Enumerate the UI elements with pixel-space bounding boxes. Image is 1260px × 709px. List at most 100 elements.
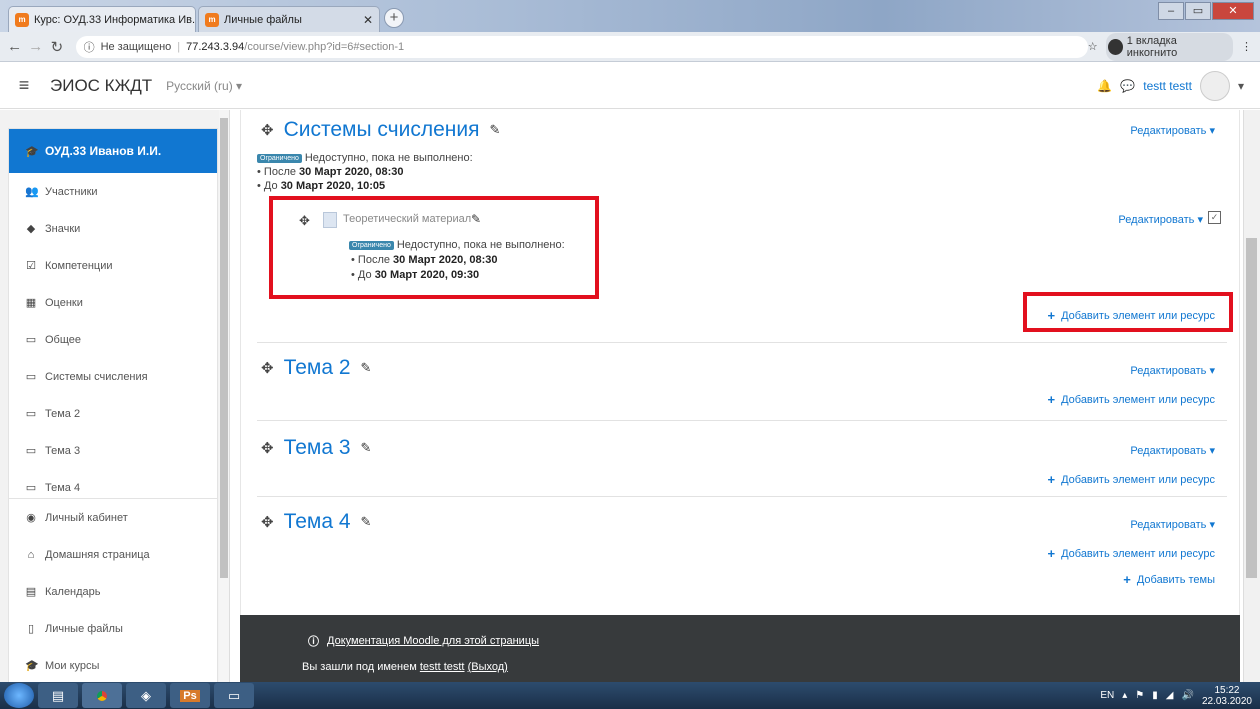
sidebar-item-course-4[interactable]: ▭ Общее — [9, 321, 217, 358]
chrome-taskbar-button[interactable] — [82, 683, 122, 708]
plus-icon: + — [1123, 572, 1131, 587]
tab-title: Личные файлы — [224, 13, 302, 26]
reload-icon[interactable]: ↻ — [46, 38, 67, 56]
clock-time: 15:22 — [1214, 684, 1240, 696]
edit-menu-section3[interactable]: Редактировать ▾ — [1130, 444, 1215, 457]
move-icon[interactable]: ✥ — [261, 513, 274, 531]
flag-icon[interactable]: ⚑ — [1135, 690, 1144, 701]
sidebar-item-course-7[interactable]: ▭ Тема 3 — [9, 432, 217, 469]
url-input[interactable]: ⓘ Не защищено | 77.243.3.94/course/view.… — [75, 35, 1088, 58]
window-taskbar-button[interactable]: ▭ — [214, 683, 254, 708]
new-tab-button[interactable]: + — [384, 8, 404, 28]
browser-menu-icon[interactable]: ⋮ — [1241, 40, 1252, 53]
back-arrow-icon[interactable]: ← — [4, 38, 25, 55]
user-menu-caret-icon[interactable]: ▾ — [1238, 79, 1244, 93]
sidebar-item-label: Тема 3 — [45, 444, 81, 457]
section-title[interactable]: Тема 3 — [284, 436, 351, 460]
tab-close-icon[interactable]: ✕ — [363, 13, 373, 27]
pencil-icon[interactable]: ✎ — [361, 514, 372, 530]
edit-menu-section2[interactable]: Редактировать ▾ — [1130, 364, 1215, 377]
folder-icon: ▭ — [25, 445, 37, 457]
network-icon[interactable]: ▮ — [1152, 690, 1158, 701]
book-taskbar-button[interactable]: ◈ — [126, 683, 166, 708]
language-indicator[interactable]: EN — [1100, 690, 1114, 701]
sidebar-scrollbar-thumb[interactable] — [220, 118, 228, 578]
after-prefix: После — [263, 166, 296, 178]
pencil-icon[interactable]: ✎ — [361, 360, 372, 376]
move-icon[interactable]: ✥ — [261, 359, 274, 377]
add-activity-button-section2[interactable]: + Добавить элемент или ресурс — [1047, 392, 1215, 407]
sidebar-item-course-6[interactable]: ▭ Тема 2 — [9, 395, 217, 432]
move-icon[interactable]: ✥ — [261, 121, 274, 139]
restriction-before: До 30 Март 2020, 10:05 — [257, 179, 473, 193]
add-activity-button-section4[interactable]: + Добавить элемент или ресурс — [1047, 546, 1215, 561]
sidebar-item-course-2[interactable]: ☑ Компетенции — [9, 247, 217, 284]
star-icon[interactable]: ☆ — [1088, 40, 1098, 53]
minimize-button[interactable]: – — [1158, 2, 1184, 20]
maximize-button[interactable]: ▭ — [1185, 2, 1211, 20]
url-separator: | — [177, 40, 181, 53]
section-theme3: ✥ Тема 3 ✎ Редактировать ▾ + Добавить эле… — [257, 420, 1227, 496]
explorer-taskbar-button[interactable]: ▤ — [38, 683, 78, 708]
add-activity-button-section3[interactable]: + Добавить элемент или ресурс — [1047, 472, 1215, 487]
page-footer: ⓘ Документация Moodle для этой страницы … — [240, 615, 1240, 682]
incognito-indicator[interactable]: 1 вкладка инкогнито — [1105, 32, 1233, 61]
site-name[interactable]: ЭИОС КЖДТ — [50, 76, 152, 96]
sidebar-item-site-0[interactable]: ◉ Личный кабинет — [9, 499, 217, 536]
edit-menu-activity[interactable]: Редактировать ▾ — [1118, 213, 1203, 226]
hamburger-menu-icon[interactable]: ≡ — [8, 75, 40, 96]
sidebar-item-course-3[interactable]: ▦ Оценки — [9, 284, 217, 321]
moodle-docs-link[interactable]: Документация Moodle для этой страницы — [327, 635, 539, 647]
section-title[interactable]: Тема 2 — [284, 356, 351, 380]
browser-tab-course[interactable]: m Курс: ОУД.33 Информатика Ив... ✕ — [8, 6, 196, 32]
volume-icon[interactable]: 🔊 — [1181, 690, 1193, 701]
sidebar-item-course-0[interactable]: 👥 Участники — [9, 173, 217, 210]
logged-user-link[interactable]: testt testt — [420, 661, 465, 673]
messages-icon[interactable]: 💬 — [1120, 79, 1135, 93]
url-host: 77.243.3.94 — [186, 40, 245, 53]
section-title[interactable]: Системы счисления — [284, 118, 480, 142]
sidebar-item-site-2[interactable]: ▤ Календарь — [9, 573, 217, 610]
edit-menu-section4[interactable]: Редактировать ▾ — [1130, 518, 1215, 531]
plus-icon: + — [1047, 546, 1056, 561]
section-title[interactable]: Тема 4 — [284, 510, 351, 534]
start-button[interactable] — [4, 683, 34, 708]
close-window-button[interactable]: ✕ — [1212, 2, 1254, 20]
move-icon[interactable]: ✥ — [261, 439, 274, 457]
add-topics-button[interactable]: + Добавить темы — [1123, 572, 1215, 587]
avatar[interactable] — [1199, 70, 1230, 101]
user-name[interactable]: testt testt — [1143, 79, 1192, 93]
clock[interactable]: 15:22 22.03.2020 — [1202, 685, 1252, 707]
section-theme2: ✥ Тема 2 ✎ Редактировать ▾ + Добавить эле… — [257, 342, 1227, 420]
page-scrollbar-thumb[interactable] — [1246, 238, 1257, 578]
language-selector[interactable]: Русский (ru) ▾ — [166, 79, 242, 93]
edit-label: Редактировать — [1130, 445, 1207, 457]
section-restriction: Ограничено Недоступно, пока не выполнено:… — [257, 152, 473, 193]
pencil-icon[interactable]: ✎ — [361, 440, 372, 456]
info-icon[interactable]: ⓘ — [84, 39, 95, 55]
sidebar-item-site-4[interactable]: 🎓 Мои курсы — [9, 647, 217, 682]
signal-icon[interactable]: ◢ — [1166, 690, 1174, 701]
address-bar-actions: ☆ 1 вкладка инкогнито ⋮ — [1088, 32, 1260, 61]
forward-arrow-icon[interactable]: → — [25, 38, 46, 55]
edit-menu-section1[interactable]: Редактировать ▾ — [1130, 124, 1215, 137]
sidebar-item-course-1[interactable]: ◆ Значки — [9, 210, 217, 247]
notification-bell-icon[interactable]: 🔔 — [1097, 79, 1112, 93]
sidebar-item-label: Значки — [45, 222, 81, 235]
restricted-badge: Ограничено — [257, 153, 302, 163]
pencil-icon[interactable]: ✎ — [489, 122, 500, 138]
photoshop-taskbar-button[interactable]: Ps — [170, 683, 210, 708]
window-controls: – ▭ ✕ — [1158, 2, 1254, 20]
doc-link-row: ⓘ Документация Moodle для этой страницы — [308, 633, 539, 649]
file-icon: ▯ — [27, 623, 35, 635]
sidebar-item-site-3[interactable]: ▯ Личные файлы — [9, 610, 217, 647]
sidebar-item-course-5[interactable]: ▭ Системы счисления — [9, 358, 217, 395]
tray-expand-icon[interactable]: ▴ — [1122, 690, 1127, 701]
language-label: Русский (ru) — [166, 78, 233, 93]
completion-checkbox[interactable]: ✓ — [1208, 211, 1221, 224]
sidebar-item-site-1[interactable]: ⌂ Домашняя страница — [9, 536, 217, 573]
sidebar-item-course[interactable]: 🎓 ОУД.33 Иванов И.И. — [9, 129, 217, 173]
folder-icon: ▭ — [25, 334, 37, 346]
logout-link[interactable]: (Выход) — [468, 661, 508, 673]
browser-tab-personal-files-label[interactable]: m Личные файлы ✕ — [198, 6, 380, 32]
